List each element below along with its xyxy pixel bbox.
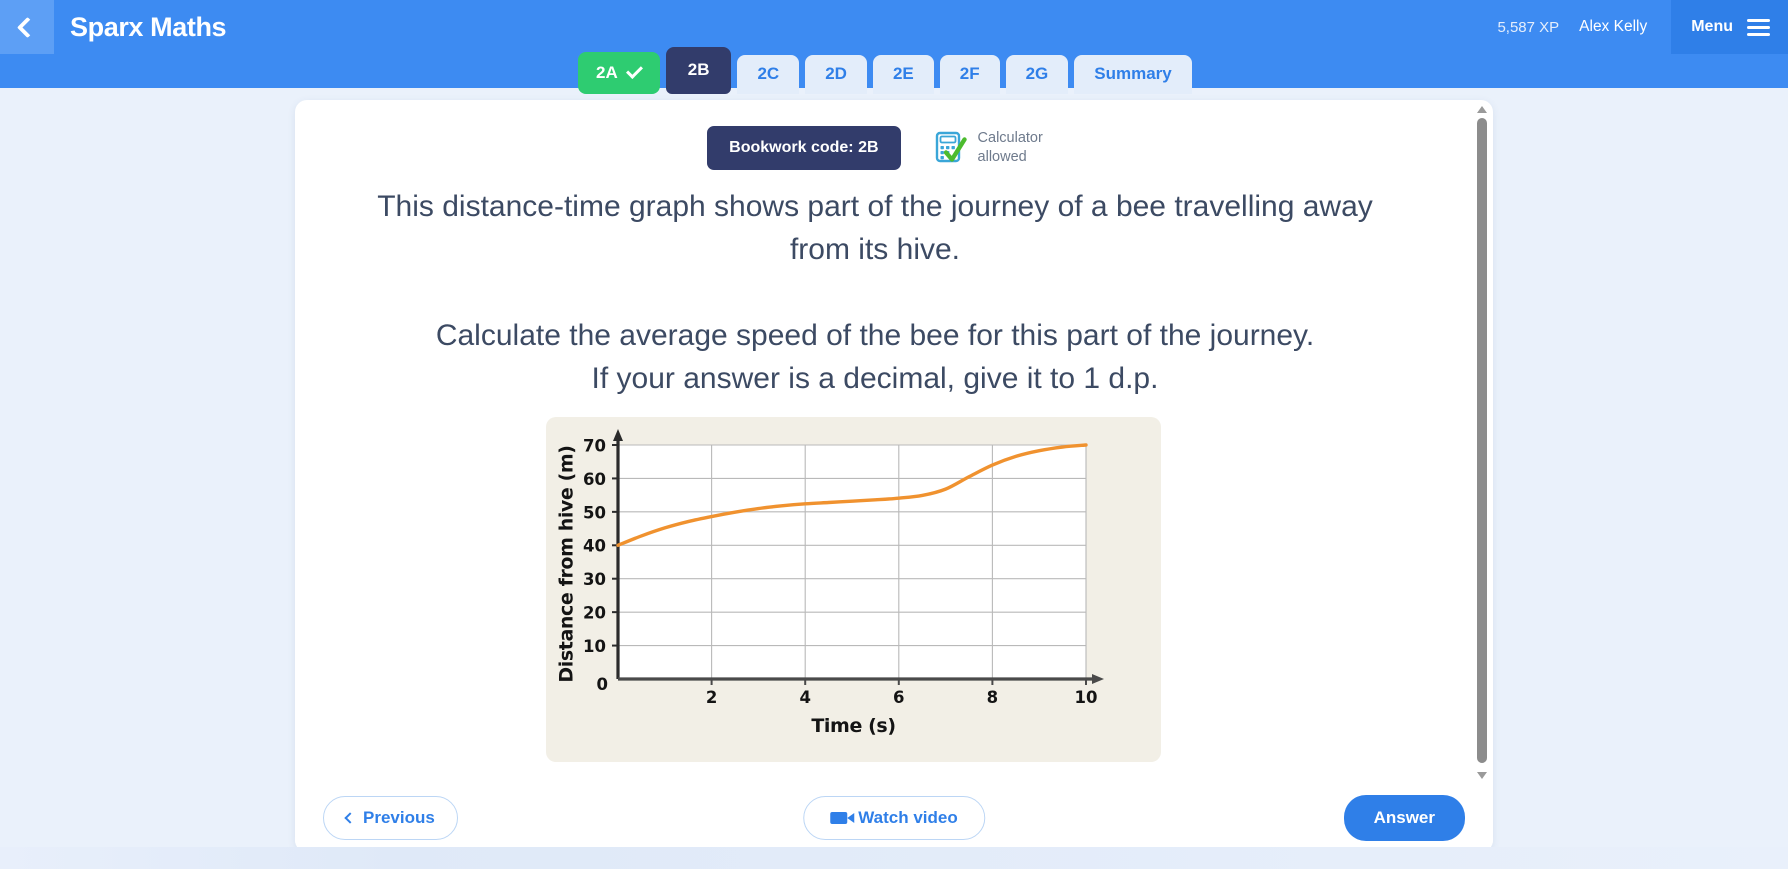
tab-2a-label: 2A <box>596 63 618 82</box>
svg-text:4: 4 <box>799 688 810 707</box>
chart-y-tick-labels: 70 60 50 40 30 20 10 0 <box>583 437 608 695</box>
question-paragraph-2a: Calculate the average speed of the bee f… <box>435 319 1315 353</box>
question-paragraph-2: Calculate the average speed of the bee f… <box>375 315 1375 400</box>
check-icon <box>625 62 643 79</box>
question-card: Bookwork code: 2B Calculator allowed Thi… <box>295 100 1493 852</box>
distance-time-chart: Distance from hive (m) 70 60 50 40 30 20… <box>546 417 1161 762</box>
hamburger-icon <box>1747 18 1770 36</box>
calculator-line-2: allowed <box>977 149 1027 165</box>
svg-text:2: 2 <box>706 688 717 707</box>
svg-text:50: 50 <box>583 503 606 522</box>
task-tabs: 2A 2B 2C 2D 2E 2F 2G Summary <box>578 47 1192 94</box>
svg-text:10: 10 <box>1075 688 1098 707</box>
scroll-down-arrow-icon[interactable] <box>1477 772 1487 780</box>
question-paragraph-2b: If your answer is a decimal, give it to … <box>591 361 1159 395</box>
calculator-allowed-group: Calculator allowed <box>935 129 1043 166</box>
svg-text:6: 6 <box>893 688 904 707</box>
watch-video-button[interactable]: Watch video <box>803 796 985 840</box>
card-scrollbar[interactable] <box>1475 104 1489 782</box>
svg-text:20: 20 <box>583 604 606 623</box>
tab-summary[interactable]: Summary <box>1074 55 1192 94</box>
app-root: Sparx Maths 5,587 XP Alex Kelly Menu 2A … <box>0 0 1788 869</box>
badge-row: Bookwork code: 2B Calculator allowed <box>295 126 1455 170</box>
chart-plot-area: 70 60 50 40 30 20 10 0 2 4 6 8 10 <box>583 429 1104 707</box>
back-button[interactable] <box>0 0 54 54</box>
video-camera-icon <box>830 812 855 824</box>
answer-button[interactable]: Answer <box>1343 795 1465 841</box>
xp-counter: 5,587 XP <box>1497 18 1560 36</box>
tab-2g[interactable]: 2G <box>1005 55 1069 94</box>
question-body: Bookwork code: 2B Calculator allowed Thi… <box>295 100 1493 784</box>
chart-plot-background <box>618 445 1086 679</box>
user-name[interactable]: Alex Kelly <box>1579 18 1647 36</box>
chevron-left-small-icon <box>344 812 356 824</box>
app-title: Sparx Maths <box>70 11 227 42</box>
card-footer: Previous Watch video Answer <box>295 784 1493 852</box>
svg-text:10: 10 <box>583 637 606 656</box>
page-bottom-strip <box>0 847 1788 869</box>
calculator-line-1: Calculator <box>977 130 1043 147</box>
tab-2f[interactable]: 2F <box>939 55 1000 94</box>
tab-2b[interactable]: 2B <box>665 47 732 94</box>
scrollbar-thumb[interactable] <box>1477 118 1487 763</box>
tab-2d[interactable]: 2D <box>805 55 867 94</box>
question-text: This distance-time graph shows part of t… <box>375 186 1375 400</box>
tab-2e[interactable]: 2E <box>872 55 934 94</box>
svg-text:30: 30 <box>583 570 606 589</box>
tab-2c[interactable]: 2C <box>737 55 800 94</box>
chart-x-tick-labels: 2 4 6 8 10 <box>706 688 1098 707</box>
previous-button-label: Previous <box>363 808 435 827</box>
calculator-allowed-text: Calculator allowed <box>978 129 1043 166</box>
calculator-allowed-icon <box>935 131 967 163</box>
svg-text:60: 60 <box>583 470 606 489</box>
menu-label: Menu <box>1691 18 1733 35</box>
question-paragraph-1: This distance-time graph shows part of t… <box>377 190 1373 266</box>
svg-text:40: 40 <box>583 537 606 556</box>
header-right-group: 5,587 XP Alex Kelly Menu <box>1497 0 1788 54</box>
menu-button[interactable]: Menu <box>1671 0 1788 54</box>
scroll-up-arrow-icon[interactable] <box>1477 106 1487 114</box>
svg-text:70: 70 <box>583 437 606 456</box>
bookwork-code-badge[interactable]: Bookwork code: 2B <box>707 126 901 170</box>
previous-button[interactable]: Previous <box>323 796 458 840</box>
app-header: Sparx Maths 5,587 XP Alex Kelly Menu <box>0 0 1788 54</box>
chart-x-axis-label: Time (s) <box>811 715 896 737</box>
svg-text:0: 0 <box>597 675 608 694</box>
tab-2a[interactable]: 2A <box>578 52 660 94</box>
watch-video-label: Watch video <box>858 808 958 827</box>
svg-text:8: 8 <box>987 688 998 707</box>
chevron-left-icon <box>16 16 38 38</box>
